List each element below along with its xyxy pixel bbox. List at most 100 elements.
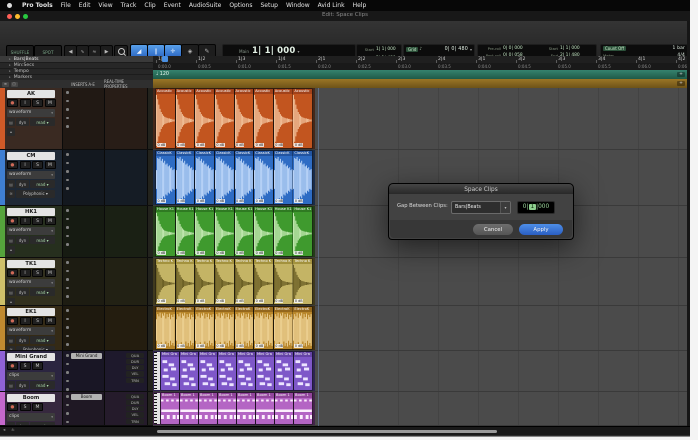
apply-button[interactable]: Apply <box>519 224 563 235</box>
automation-mode-selector[interactable]: read ▾ <box>30 336 55 344</box>
automation-mode-selector[interactable]: read ▾ <box>30 236 55 244</box>
menu-audiosuite[interactable]: AudioSuite <box>185 2 225 9</box>
automation-icon[interactable]: ▤ <box>7 336 15 344</box>
clip[interactable]: ElectroK0 dB <box>235 307 254 349</box>
clip[interactable]: Acoustic0 dB <box>293 89 312 148</box>
insert-slot-bullet[interactable] <box>66 371 69 374</box>
grid-value[interactable]: 0| 0| 480 <box>445 47 468 52</box>
track-solo-button[interactable]: S <box>20 403 31 411</box>
clip-gain-badge[interactable]: 0 dB <box>255 344 264 348</box>
clip[interactable]: Techno K0 dB <box>293 259 312 304</box>
elastic-audio-selector[interactable]: Polyphonic ▾ <box>16 190 55 198</box>
clip[interactable]: ElectroK0 dB <box>156 307 175 349</box>
track-mute-button[interactable]: M <box>32 403 43 411</box>
rtp-vel[interactable]: VEL <box>126 371 144 376</box>
horizontal-scrollbar[interactable] <box>157 430 497 433</box>
clip[interactable]: Acoustic0 dB <box>254 89 273 148</box>
clip[interactable]: ClassicK0 dB <box>254 151 273 204</box>
track-record-enable-button[interactable]: ● <box>7 161 18 169</box>
clip-gain-badge[interactable]: 0 dB <box>196 199 205 203</box>
clip-gain-badge[interactable]: 0 dB <box>236 344 245 348</box>
insert-slot-bullet[interactable] <box>66 243 69 246</box>
track-record-enable-button[interactable]: ● <box>7 362 18 370</box>
clip[interactable]: Mini Gra <box>218 352 236 390</box>
insert-slot-bullet[interactable] <box>66 412 69 415</box>
menu-edit[interactable]: Edit <box>75 2 95 9</box>
track-solo-button[interactable]: S <box>20 362 31 370</box>
track-solo-button[interactable]: S <box>32 161 43 169</box>
add-marker-button[interactable]: + <box>677 81 685 87</box>
clip[interactable]: ClassicK0 dB <box>274 151 293 204</box>
insert-slot-bullet[interactable] <box>66 380 69 383</box>
transport-start-value[interactable]: 1| 1| 000 <box>560 46 580 51</box>
automation-icon[interactable]: ▤ <box>7 118 15 126</box>
insert-slot-bullet[interactable] <box>66 343 69 346</box>
clip[interactable]: Boom 1 <box>294 393 312 424</box>
clip-gain-badge[interactable]: 0 dB <box>275 199 284 203</box>
automation-icon[interactable]: ▤ <box>7 180 15 188</box>
insert-slot-bullet[interactable] <box>66 179 69 182</box>
insert-slot-bullet[interactable] <box>66 100 69 103</box>
track-list-menu-icon[interactable]: ≡ <box>2 82 9 87</box>
clip[interactable]: ElectroK0 dB <box>215 307 234 349</box>
menu-view[interactable]: View <box>94 2 116 9</box>
clip-gain-badge[interactable]: 0 dB <box>196 251 205 255</box>
edit-groups-icon[interactable]: ◫ <box>11 82 18 87</box>
chevron-down-icon[interactable]: ▾ <box>470 47 472 52</box>
menu-file[interactable]: File <box>57 2 75 9</box>
elastic-audio-icon[interactable]: ≋ <box>7 190 15 198</box>
track-name[interactable]: TK1 <box>7 260 55 268</box>
track-mute-button[interactable]: M <box>45 161 56 169</box>
clip[interactable]: House K10 dB <box>235 207 254 256</box>
clip[interactable]: ElectroK0 dB <box>274 307 293 349</box>
insert-slot-bullet[interactable] <box>66 187 69 190</box>
clip-gain-badge[interactable]: 0 dB <box>255 199 264 203</box>
clip[interactable]: Techno K0 dB <box>235 259 254 304</box>
track-mute-button[interactable]: M <box>45 99 56 107</box>
clip-gain-badge[interactable]: 0 dB <box>294 344 303 348</box>
insert-slot-bullet[interactable] <box>66 261 69 264</box>
clip-gain-badge[interactable]: 0 dB <box>196 344 205 348</box>
gap-units-dropdown[interactable]: Bars|Beats ▾ <box>451 201 511 214</box>
track-solo-button[interactable]: S <box>32 269 43 277</box>
insert-slot-bullet[interactable] <box>66 153 69 156</box>
clip[interactable]: ClassicK0 dB <box>293 151 312 204</box>
automation-mode-selector[interactable]: read ▾ <box>30 288 55 296</box>
track-lane-tk1[interactable]: Techno K0 dBTechno K0 dBTechno K0 dBTech… <box>153 258 687 306</box>
chevron-down-icon[interactable]: ▾ <box>298 49 300 54</box>
menu-setup[interactable]: Setup <box>256 2 281 9</box>
track-solo-button[interactable]: S <box>32 217 43 225</box>
clip[interactable]: Techno K0 dB <box>215 259 234 304</box>
track-lane-ak[interactable]: Acoustic0 dB Acoustic0 dB Acoustic0 dB Acou… <box>153 88 687 150</box>
clip[interactable]: ElectroK0 dB <box>293 307 312 349</box>
rtp-qua[interactable]: QUA <box>126 394 144 399</box>
clip[interactable]: Techno K0 dB <box>274 259 293 304</box>
track-mute-button[interactable]: M <box>45 317 56 325</box>
rtp-trn[interactable]: TRN <box>126 378 144 383</box>
track-name[interactable]: HK1 <box>7 208 55 216</box>
clip[interactable]: Acoustic0 dB <box>156 89 175 148</box>
insert-slot-bullet[interactable] <box>66 270 69 273</box>
insert-slot-bullet[interactable] <box>66 125 69 128</box>
clip[interactable]: Techno K0 dB <box>176 259 195 304</box>
count-off-chip[interactable]: Count Off <box>603 46 626 51</box>
clip-gain-badge[interactable]: 0 dB <box>157 251 166 255</box>
clip-gain-badge[interactable]: 0 dB <box>255 299 264 303</box>
clip[interactable]: House K10 dB <box>195 207 214 256</box>
automation-icon[interactable]: ▤ <box>7 236 15 244</box>
automation-icon[interactable]: ▤ <box>7 381 15 389</box>
menu-clip[interactable]: Clip <box>140 2 159 9</box>
main-counter-value[interactable]: 1| 1| 000 <box>252 46 296 56</box>
clip[interactable]: Boom 1 <box>275 393 293 424</box>
clip[interactable]: Boom 1 <box>199 393 217 424</box>
clip[interactable]: Mini Gra <box>161 352 179 390</box>
clip-gain-badge[interactable]: 0 dB <box>236 199 245 203</box>
clip-gain-badge[interactable]: 0 dB <box>157 299 166 303</box>
clip-gain-badge[interactable]: 0 dB <box>177 251 186 255</box>
clip[interactable]: Techno K0 dB <box>195 259 214 304</box>
clip[interactable]: ElectroK0 dB <box>254 307 273 349</box>
clip[interactable]: ElectroK0 dB <box>195 307 214 349</box>
clip[interactable]: Acoustic0 dB <box>215 89 234 148</box>
clip-gain-badge[interactable]: 0 dB <box>236 143 245 147</box>
playhead-marker[interactable] <box>162 56 168 62</box>
